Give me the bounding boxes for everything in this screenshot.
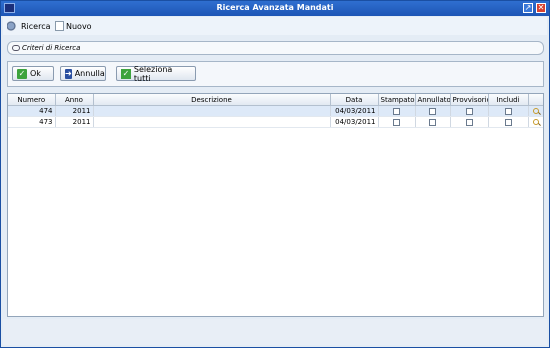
includi-checkbox[interactable] (504, 118, 512, 126)
new-tool-label: Nuovo (66, 21, 92, 31)
results-table: Numero Anno Descrizione Data Stampato An… (7, 93, 544, 317)
search-tool-label: Ricerca (21, 21, 51, 31)
column-header-descrizione[interactable]: Descrizione (93, 94, 331, 106)
annullato-checkbox[interactable] (429, 107, 436, 115)
includi-checkbox[interactable] (504, 107, 512, 115)
stampato-checkbox[interactable] (393, 118, 400, 126)
select-all-label: Seleziona tutti (133, 64, 173, 83)
cell-descrizione (93, 116, 331, 128)
arrow-right-icon: ➜ (65, 68, 72, 79)
stampato-checkbox[interactable] (393, 107, 400, 115)
provvisorio-checkbox[interactable] (465, 107, 473, 115)
table-row[interactable]: 474 2011 04/03/2011 (8, 105, 543, 117)
search-icon (7, 21, 19, 31)
new-tool-button[interactable]: Nuovo (55, 20, 92, 32)
cell-anno: 2011 (55, 116, 94, 128)
key-icon (12, 45, 20, 51)
column-header-anno[interactable]: Anno (55, 94, 94, 106)
table-header-row: Numero Anno Descrizione Data Stampato An… (8, 94, 543, 106)
table-row[interactable]: 473 2011 04/03/2011 (8, 116, 543, 128)
column-header-data[interactable]: Data (330, 94, 379, 106)
cell-data: 04/03/2011 (330, 105, 379, 117)
window-title: Ricerca Avanzata Mandati (216, 3, 334, 12)
magnifier-icon[interactable] (532, 108, 539, 114)
cell-descrizione (93, 105, 331, 117)
cancel-button[interactable]: ➜ Annulla (60, 66, 106, 81)
select-all-button[interactable]: ✓ Seleziona tutti (116, 64, 196, 83)
column-header-annullato[interactable]: Annullato (415, 94, 451, 106)
ok-button[interactable]: ✓ Ok (12, 66, 54, 81)
column-header-detail (528, 94, 543, 106)
column-header-stampato[interactable]: Stampato (378, 94, 416, 106)
provvisorio-checkbox[interactable] (465, 118, 473, 126)
title-bar: Ricerca Avanzata Mandati ↗ ✕ (1, 1, 549, 16)
column-header-includi[interactable]: Includi (488, 94, 529, 106)
status-area (3, 319, 547, 345)
magnifier-icon[interactable] (532, 119, 539, 125)
search-tool-button[interactable]: Ricerca (7, 20, 51, 32)
dialog-window: Ricerca Avanzata Mandati ↗ ✕ Ricerca Nuo… (0, 0, 550, 348)
new-document-icon (55, 21, 64, 31)
toolbar: Ricerca Nuovo (3, 17, 547, 35)
cancel-label: Annulla (74, 69, 105, 78)
close-button[interactable]: ✕ (536, 3, 546, 13)
criteria-label: Criteri di Ricerca (22, 44, 81, 52)
check-list-icon: ✓ (121, 68, 131, 79)
check-icon: ✓ (17, 68, 27, 79)
criteria-panel-header[interactable]: Criteri di Ricerca (7, 41, 544, 55)
column-header-numero[interactable]: Numero (8, 94, 56, 106)
cell-numero: 473 (8, 116, 56, 128)
button-bar: ✓ Ok ➜ Annulla ✓ Seleziona tutti (7, 61, 544, 87)
cell-numero: 474 (8, 105, 56, 117)
restore-button[interactable]: ↗ (523, 3, 533, 13)
cell-anno: 2011 (55, 105, 94, 117)
cell-data: 04/03/2011 (330, 116, 379, 128)
ok-label: Ok (30, 69, 41, 78)
column-header-provvisorio[interactable]: Provvisorio (450, 94, 489, 106)
annullato-checkbox[interactable] (429, 118, 436, 126)
